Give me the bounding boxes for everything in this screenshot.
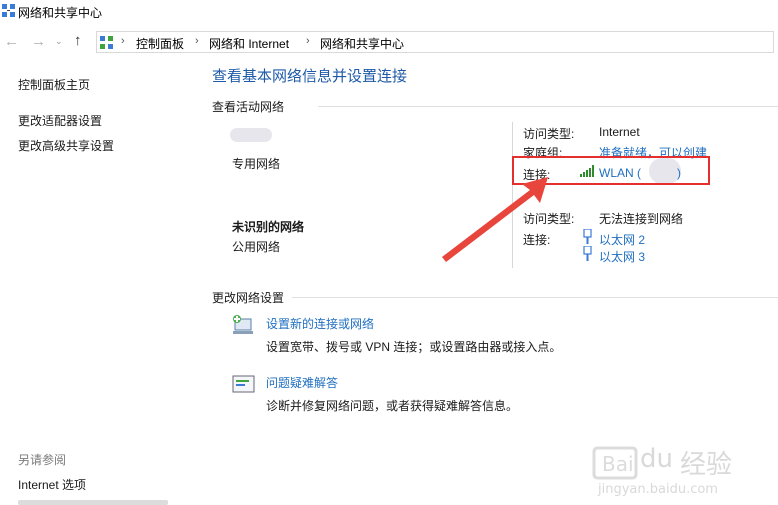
- annotation-arrow: [442, 177, 548, 262]
- network2-type: 公用网络: [232, 240, 281, 254]
- ethernet-3-link[interactable]: 以太网 3: [599, 248, 645, 265]
- recent-locations-icon[interactable]: ⌄: [55, 36, 63, 47]
- watermark-url: jingyan.baidu.com: [598, 482, 718, 497]
- control-panel-home-link[interactable]: 控制面板主页: [18, 76, 90, 93]
- internet-options-link[interactable]: Internet 选项: [18, 476, 86, 493]
- ethernet-icon: [583, 229, 592, 244]
- network1-access-type-value: Internet: [599, 125, 640, 139]
- network-center-icon: [2, 4, 15, 17]
- blurred-network-name: [230, 128, 272, 142]
- watermark-brand: Bai: [602, 452, 634, 476]
- section-divider: [318, 106, 778, 107]
- window-title: 网络和共享中心: [18, 6, 103, 20]
- troubleshoot-link[interactable]: 问题疑难解答: [266, 374, 338, 391]
- setup-new-connection-link[interactable]: 设置新的连接或网络: [266, 315, 374, 332]
- network2-name: 未识别的网络: [232, 220, 305, 234]
- control-panel-icon: [100, 36, 113, 49]
- forward-button[interactable]: →: [31, 33, 46, 50]
- up-button[interactable]: ↑: [74, 32, 82, 49]
- network-setup-icon: [233, 315, 253, 334]
- breadcrumb-separator: ›: [195, 35, 199, 47]
- network1-type: 专用网络: [232, 157, 281, 171]
- truncated-link-fragment: [18, 500, 168, 505]
- breadcrumb-separator: ›: [121, 35, 125, 47]
- section-divider: [292, 297, 778, 298]
- network2-access-type-value: 无法连接到网络: [599, 212, 684, 226]
- page-title: 查看基本网络信息并设置连接: [212, 68, 408, 85]
- breadcrumb-item[interactable]: 网络和 Internet: [209, 35, 289, 52]
- breadcrumb-separator: ›: [306, 35, 310, 47]
- change-adapter-settings-link[interactable]: 更改适配器设置: [18, 112, 102, 129]
- breadcrumb-item[interactable]: 网络和共享中心: [320, 35, 404, 52]
- watermark-brand2: 经验: [680, 450, 733, 480]
- network1-access-type-label: 访问类型:: [523, 127, 575, 141]
- back-button[interactable]: ←: [4, 33, 19, 50]
- setup-new-connection-desc: 设置宽带、拨号或 VPN 连接；或设置路由器或接入点。: [266, 340, 562, 354]
- breadcrumb-item[interactable]: 控制面板: [136, 35, 184, 52]
- change-advanced-sharing-link[interactable]: 更改高级共享设置: [18, 137, 114, 154]
- active-networks-title: 查看活动网络: [212, 100, 285, 114]
- troubleshoot-icon: [232, 375, 255, 393]
- change-settings-title: 更改网络设置: [212, 291, 285, 305]
- ethernet-2-link[interactable]: 以太网 2: [599, 231, 645, 248]
- see-also-title: 另请参阅: [18, 453, 67, 467]
- baidu-paw-logo: Bai: [592, 446, 638, 480]
- address-bar[interactable]: › 控制面板 › 网络和 Internet › 网络和共享中心: [96, 31, 774, 53]
- ethernet-icon: [583, 246, 592, 261]
- troubleshoot-desc: 诊断并修复网络问题，或者获得疑难解答信息。: [266, 399, 519, 413]
- watermark-du: du: [640, 444, 673, 474]
- title-bar: 网络和共享中心: [0, 0, 778, 26]
